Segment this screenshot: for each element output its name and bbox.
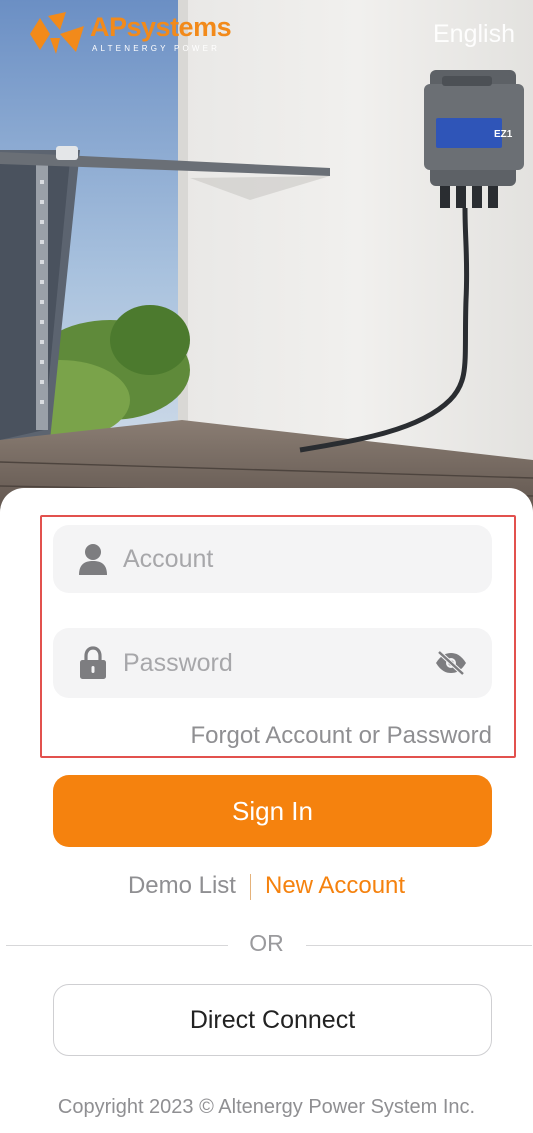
lock-icon (80, 646, 106, 679)
or-line-right (306, 945, 532, 946)
hero-image: EZ1 (0, 0, 533, 520)
brand-logo: APsystems ALTENERGY POWER (26, 8, 256, 62)
password-field[interactable] (53, 628, 492, 698)
brand-ap: AP (90, 12, 127, 42)
language-selector[interactable]: English (433, 20, 515, 49)
brand-tagline: ALTENERGY POWER (92, 44, 221, 53)
hero-banner: EZ1 APsystems ALTENERGY POWER English (0, 0, 533, 520)
link-divider (249, 873, 251, 900)
account-field[interactable] (53, 525, 492, 593)
direct-connect-button[interactable]: Direct Connect (53, 984, 492, 1056)
brand-logo-icon (30, 12, 84, 54)
eye-off-icon[interactable] (434, 650, 468, 676)
brand-systems: systems (126, 12, 232, 42)
account-links-row: Demo List New Account (0, 872, 533, 906)
sign-in-button[interactable]: Sign In (53, 775, 492, 847)
brand-name: APsystems (90, 12, 232, 43)
account-input[interactable] (123, 525, 423, 593)
demo-list-link[interactable]: Demo List (128, 872, 236, 899)
new-account-link[interactable]: New Account (265, 872, 405, 899)
password-input[interactable] (123, 628, 423, 698)
svg-text:EZ1: EZ1 (494, 129, 513, 140)
forgot-password-link[interactable]: Forgot Account or Password (191, 722, 492, 750)
or-separator: OR (0, 930, 533, 962)
or-label: OR (249, 930, 284, 956)
user-icon (79, 544, 107, 575)
copyright-text: Copyright 2023 © Altenergy Power System … (57, 1096, 476, 1118)
